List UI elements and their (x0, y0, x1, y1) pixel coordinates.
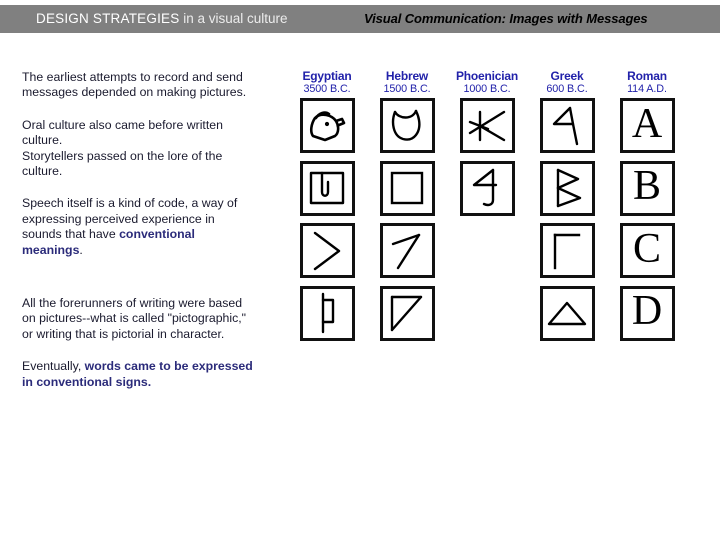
plain-text: Eventually, (22, 359, 85, 374)
presentation-title-strong: DESIGN STRATEGIES (36, 11, 180, 26)
roman-letter: D (631, 288, 663, 334)
glyph-cell-egyptian-c (287, 223, 367, 286)
glyph-row-d: D (287, 285, 687, 349)
column-date: 600 B.C. (546, 83, 588, 95)
presentation-title: DESIGN STRATEGIES in a visual culture (36, 11, 288, 27)
delta-triangle-icon (539, 285, 595, 341)
paragraph-4: Speech itself is a kind of code, a way o… (22, 196, 254, 258)
glyph-cell-phoenician-c-empty (447, 223, 527, 286)
column-date: 1000 B.C. (463, 83, 511, 95)
column-header-phoenician: Phoenician 1000 B.C. (447, 70, 527, 98)
glyph-row-b: B (287, 160, 687, 224)
glyph-cell-roman-b: B (607, 160, 687, 224)
glyph-cell-roman-d: D (607, 285, 687, 349)
letter-d-icon: D (619, 285, 675, 341)
alphabet-evolution-table: Egyptian 3500 B.C. Hebrew 1500 B.C. Phoe… (287, 70, 687, 348)
column-name: Egyptian (302, 69, 352, 83)
glyph-cell-egyptian-b (287, 160, 367, 224)
plain-text: Oral culture also came before written cu… (22, 117, 223, 148)
plain-text: . (79, 242, 83, 257)
glyph-cell-greek-c (527, 223, 607, 286)
presentation-title-light: in a visual culture (179, 11, 288, 26)
glyph-row-a: A (287, 98, 687, 161)
roman-letter: B (632, 163, 661, 209)
glyph-cell-phoenician-d-empty (447, 286, 527, 349)
plain-text: The earliest attempts to record and send… (22, 70, 247, 100)
glyph-cell-roman-a: A (607, 98, 687, 161)
glyph-cell-hebrew-d (367, 285, 447, 349)
column-header-egyptian: Egyptian 3500 B.C. (287, 70, 367, 98)
beth-figure-four-icon (459, 160, 515, 216)
column-header-hebrew: Hebrew 1500 B.C. (367, 70, 447, 98)
boomerang-chevron-pictograph-icon (299, 223, 355, 278)
column-date: 114 A.D. (627, 83, 667, 95)
glyph-cell-hebrew-a (367, 98, 447, 161)
roman-letter: A (631, 100, 663, 147)
glyph-cell-egyptian-d (287, 285, 367, 349)
column-name: Greek (550, 69, 584, 83)
alphabet-table-header-row: Egyptian 3500 B.C. Hebrew 1500 B.C. Phoe… (287, 70, 687, 98)
door-panel-pictograph-icon (299, 285, 355, 341)
empty-glyph-slot (460, 223, 515, 278)
body-text-column: The earliest attempts to record and send… (22, 70, 254, 390)
beta-double-triangle-icon (539, 160, 595, 216)
paragraph-6: Eventually, words came to be expressed i… (22, 359, 254, 390)
glyph-cell-hebrew-b (367, 160, 447, 224)
glyph-cell-roman-c: C (607, 223, 687, 286)
ox-head-pictograph-icon (299, 98, 355, 153)
column-header-greek: Greek 600 B.C. (527, 70, 607, 98)
glyph-cell-phoenician-b (447, 160, 527, 224)
house-floorplan-pictograph-icon (299, 160, 355, 216)
column-date: 1500 B.C. (383, 83, 431, 95)
glyph-cell-greek-d (527, 285, 607, 349)
beth-square-icon (379, 160, 435, 216)
aleph-inverted-u-icon (379, 98, 435, 153)
empty-glyph-slot (460, 286, 515, 341)
gamma-corner-icon (539, 223, 595, 278)
book-title: Visual Communication: Images with Messag… (364, 11, 648, 26)
column-name: Hebrew (385, 69, 429, 83)
letter-b-icon: B (619, 160, 675, 216)
roman-letter: C (632, 225, 661, 272)
header-bar: DESIGN STRATEGIES in a visual culture Vi… (0, 5, 720, 33)
glyph-cell-hebrew-c (367, 223, 447, 286)
letter-c-icon: C (619, 223, 675, 278)
paragraph-5: All the forerunners of writing were base… (22, 296, 254, 342)
paragraph-1: The earliest attempts to record and send… (22, 70, 254, 101)
paragraph-3: Storytellers passed on the lore of the c… (22, 149, 254, 180)
daleth-right-triangle-icon (379, 285, 435, 341)
alpha-angular-triangle-icon (539, 98, 595, 153)
paragraph-2: Oral culture also came before written cu… (22, 118, 254, 149)
glyph-cell-egyptian-a (287, 98, 367, 161)
column-date: 3500 B.C. (303, 83, 351, 95)
plain-text: All the forerunners of writing were base… (22, 296, 247, 341)
plain-text: Storytellers passed on the lore of the c… (22, 148, 223, 179)
glyph-cell-phoenician-a (447, 98, 527, 161)
column-header-roman: Roman 114 A.D. (607, 70, 687, 98)
glyph-row-c: C (287, 223, 687, 286)
gimel-diagonal-hook-icon (379, 223, 435, 278)
column-name: Roman (627, 69, 667, 83)
column-name: Phoenician (455, 69, 518, 83)
letter-a-icon: A (619, 98, 675, 153)
glyph-cell-greek-a (527, 98, 607, 161)
glyph-cell-greek-b (527, 160, 607, 224)
aleph-rotated-k-icon (459, 98, 515, 153)
